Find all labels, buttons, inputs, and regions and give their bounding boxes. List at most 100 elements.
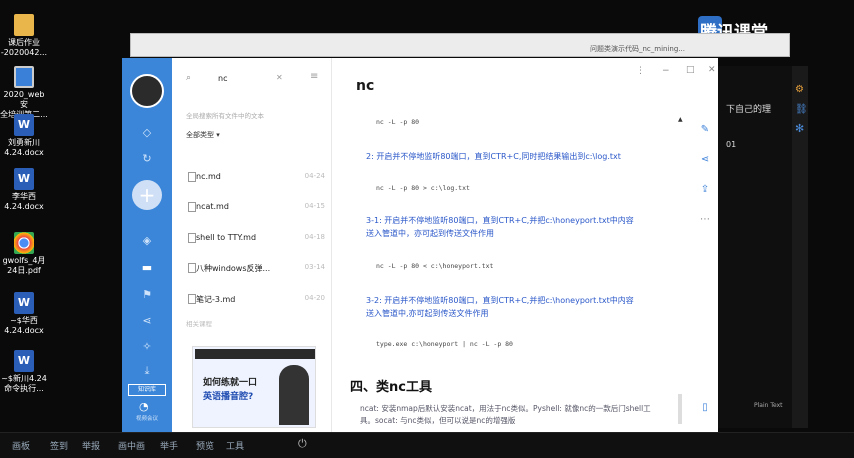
desktop-icon-label: ~$华西 4.24.docx [4,316,44,335]
search-input[interactable]: nc [218,74,227,83]
flag-icon[interactable]: ⚑ [140,288,154,301]
file-row[interactable]: 笔记-3.md 04-20 [180,290,325,312]
file-row[interactable]: ncat.md 04-15 [180,198,325,220]
file-name: nc.md [196,172,221,181]
sync-icon[interactable]: ↻ [140,152,154,165]
video-icon[interactable]: ◔ [139,400,149,413]
file-name: ncat.md [196,202,229,211]
export-icon[interactable]: ⇪ [698,184,712,195]
desktop-icon[interactable]: W 李华西 4.24.docx [0,168,48,212]
link-icon[interactable]: ⛓ [795,104,808,115]
clear-icon[interactable]: ✕ [276,73,283,82]
file-time: 04-18 [304,233,325,241]
code-block-1: nc -L -p 80 [376,118,420,126]
more-icon[interactable]: ⋮ [636,66,645,76]
search-icon: ⌕ [186,73,192,83]
type-filter[interactable]: 全部类型 ▾ [186,130,220,140]
taskbar-item[interactable]: 举报 [82,439,100,452]
desktop-icon-label: 李华西 4.24.docx [4,192,44,211]
gear-icon[interactable]: ✻ [795,122,804,135]
wand-icon[interactable]: ✧ [140,340,154,353]
section-heading: 四、类nc工具 [350,380,432,395]
taskbar-item[interactable]: 画中画 [118,439,145,452]
taskbar-item[interactable]: 签到 [50,439,68,452]
monitor-icon [14,66,34,88]
ad-line2: 英语播音腔? [203,392,254,402]
scrollbar[interactable] [678,394,682,424]
file-panel: ⌕ nc ✕ ≡ 全局搜索所有文件中的文本 全部类型 ▾ nc.md 04-24 n… [172,58,332,432]
file-row[interactable]: nc.md 04-24 [180,168,325,190]
right-toolstrip: ⚙ ⛓ ✻ [792,66,808,428]
file-icon [188,294,196,304]
download-icon[interactable]: ⤓ [140,364,154,378]
taskbar-item[interactable]: 举手 [160,439,178,452]
share-icon[interactable]: ⋖ [140,314,154,327]
course-ad-card[interactable]: 如何练就一口 英语播音腔? [192,346,316,428]
search-hint: 全局搜索所有文件中的文本 [186,112,264,120]
share-icon[interactable]: ⋖ [698,154,712,165]
section-label: 相关课程 [186,320,212,328]
word-icon: W [14,114,34,136]
scroll-up-icon[interactable]: ▲ [678,116,683,123]
taskbar-item[interactable]: 工具 [226,439,244,452]
reader-mode-icon[interactable]: ▯ [698,402,712,413]
more-actions-icon[interactable]: ⋯ [698,214,712,225]
right-code: 01 [726,140,737,149]
desktop-icon[interactable]: 课后作业 -2020042... [0,14,48,58]
desktop-icon-label: ~$新川4.24 命令执行... [1,374,47,393]
chrome-icon [14,232,34,254]
file-time: 04-15 [304,202,325,210]
app-sidebar: ◇ ↻ + ◈ ▬ ⚑ ⋖ ✧ ⤓ 知识库 ◔ 视频会议 [122,58,172,432]
desktop-icon[interactable]: 2020_web安 全培训第二... [0,66,48,120]
desktop-icon[interactable]: W 刘勇新川 4.24.docx [0,114,48,158]
background-window[interactable] [130,33,790,57]
file-name: shell to TTY.md [196,233,257,242]
code-block-3: nc -L -p 80 < c:\honeyport.txt [376,262,494,270]
diamond-icon[interactable]: ◇ [140,126,154,139]
taskbar-item[interactable]: 预览 [196,439,214,452]
file-time: 03-14 [304,263,325,271]
power-icon[interactable]: ⏻ [298,437,307,451]
maximize-icon[interactable]: □ [686,65,695,75]
document-title: nc [356,78,375,94]
file-time: 04-20 [304,294,325,302]
file-row[interactable]: shell to TTY.md 04-18 [180,229,325,251]
file-icon [188,263,196,273]
code-block-4: type.exe c:\honeyport | nc -L -p 80 [376,340,513,348]
avatar[interactable] [130,74,164,108]
paragraph-3-2b: 送入管道中,亦可起到传送文件作用 [366,309,489,318]
desktop-icon[interactable]: W ~$华西 4.24.docx [0,292,48,336]
add-button[interactable]: + [132,180,162,210]
document-pane: ⋮ − □ ✕ nc nc -L -p 80 ▲ 2: 开启并不停地监听80端口… [332,58,718,432]
desktop-icon[interactable]: gwolfs_4月 24日.pdf [0,232,48,276]
paragraph-3-1a: 3-1: 开启并不停地监听80端口，直到CTR+C,并把c:\honeyport… [366,216,634,225]
taskbar-item[interactable]: 画板 [12,439,30,452]
folder-icon[interactable]: ▬ [140,261,154,274]
paragraph-3-1b: 送入管道中，亦可起到传送文件作用 [366,229,494,238]
body-paragraph: ncat: 安装nmap后默认安装ncat，用法于nc类似。Pyshell: 就… [360,404,651,425]
desktop-icon[interactable]: W ~$新川4.24 命令执行... [0,350,48,394]
sort-menu-icon[interactable]: ≡ [310,71,318,82]
desktop-icon-label: 课后作业 -2020042... [0,38,48,57]
knowledge-base-badge[interactable]: 知识库 [128,384,166,396]
file-row[interactable]: 八种windows反弹... 03-14 [180,259,325,281]
close-icon[interactable]: ✕ [708,65,716,75]
code-block-2: nc -L -p 80 > c:\log.txt [376,184,470,192]
background-window-title: 问题类演示代码_nc_mining... [590,45,685,53]
file-icon [188,172,196,182]
file-time: 04-24 [304,172,325,180]
paragraph-2: 2: 开启并不停地监听80端口，直到CTR+C,同时把结果输出到c:\log.t… [366,152,621,161]
file-name: 八种windows反弹... [196,264,271,273]
edit-icon[interactable]: ✎ [698,124,712,135]
taskbar: 画板 签到 举报 画中画 举手 预览 工具 ⏻ [0,432,854,458]
layers-icon[interactable]: ◈ [140,234,154,247]
type-filter-label: 全部类型 [186,131,214,139]
word-icon: W [14,350,34,372]
file-name: 笔记-3.md [196,295,236,304]
right-plaintext: Plain Text [754,402,783,409]
settings-icon[interactable]: ⚙ [795,84,804,95]
minimize-icon[interactable]: − [662,66,670,76]
paragraph-3-2a: 3-2: 开启并不停地监听80端口，直到CTR+C,并把c:\honeyport… [366,296,634,305]
ad-person-image [279,365,309,425]
desktop-icon-label: gwolfs_4月 24日.pdf [2,256,46,275]
